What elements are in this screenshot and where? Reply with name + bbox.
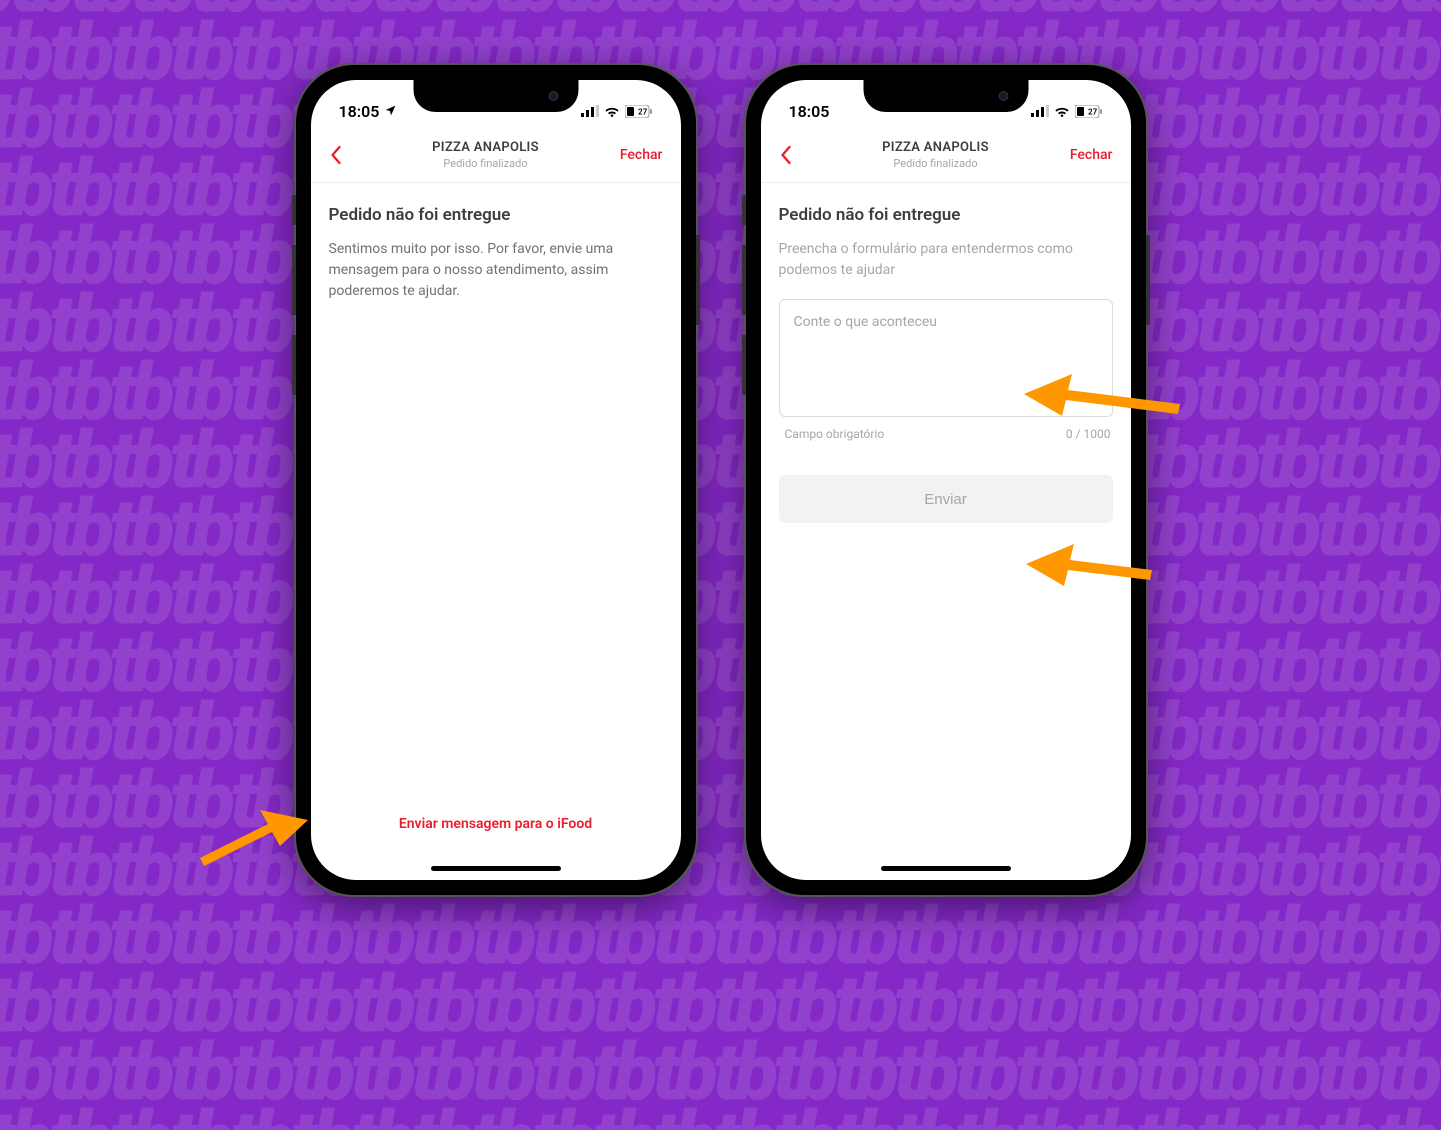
cellular-signal-icon <box>581 105 599 117</box>
phone-notch <box>413 80 578 112</box>
submit-button[interactable]: Enviar <box>779 475 1113 523</box>
nav-header: PIZZA ANAPOLIS Pedido finalizado Fechar <box>761 130 1131 183</box>
status-time: 18:05 <box>789 102 830 121</box>
close-button[interactable]: Fechar <box>1063 147 1113 163</box>
wifi-icon <box>604 105 620 117</box>
phone-notch <box>863 80 1028 112</box>
location-arrow-icon <box>384 102 397 121</box>
back-button[interactable] <box>329 145 359 165</box>
nav-title: PIZZA ANAPOLIS <box>809 140 1063 155</box>
wifi-icon <box>1054 105 1070 117</box>
camera-dot-icon <box>548 91 558 101</box>
battery-icon: 27 <box>625 105 653 118</box>
battery-icon: 27 <box>1075 105 1103 118</box>
home-indicator[interactable] <box>431 866 561 871</box>
svg-text:27: 27 <box>638 107 648 116</box>
nav-subtitle: Pedido finalizado <box>809 157 1063 170</box>
chevron-left-icon <box>779 145 792 165</box>
cellular-signal-icon <box>1031 105 1049 117</box>
svg-text:27: 27 <box>1088 107 1098 116</box>
nav-subtitle: Pedido finalizado <box>359 157 613 170</box>
page-heading: Pedido não foi entregue <box>329 205 663 225</box>
send-message-link[interactable]: Enviar mensagem para o iFood <box>329 816 663 858</box>
phone-mockup-right: 18:05 27 <box>746 65 1146 895</box>
chevron-left-icon <box>329 145 342 165</box>
character-counter: 0 / 1000 <box>1066 427 1111 441</box>
page-description: Sentimos muito por isso. Por favor, envi… <box>329 239 663 302</box>
close-button[interactable]: Fechar <box>613 147 663 163</box>
home-indicator[interactable] <box>881 866 1011 871</box>
page-heading: Pedido não foi entregue <box>779 205 1113 225</box>
phone-mockup-left: 18:05 27 <box>296 65 696 895</box>
message-input[interactable] <box>779 299 1113 417</box>
required-field-label: Campo obrigatório <box>785 427 885 441</box>
page-help-text: Preencha o formulário para entendermos c… <box>779 239 1113 281</box>
nav-title: PIZZA ANAPOLIS <box>359 140 613 155</box>
status-time: 18:05 <box>339 102 380 121</box>
camera-dot-icon <box>998 91 1008 101</box>
nav-header: PIZZA ANAPOLIS Pedido finalizado Fechar <box>311 130 681 183</box>
back-button[interactable] <box>779 145 809 165</box>
